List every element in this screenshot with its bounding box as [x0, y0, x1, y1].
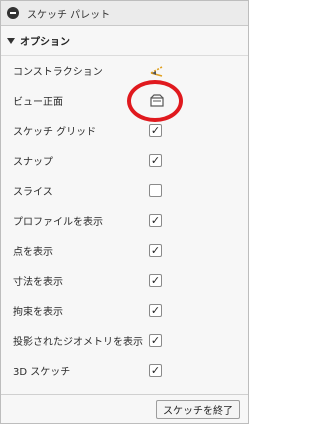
- finish-sketch-button[interactable]: スケッチを終了: [156, 400, 240, 419]
- check-icon: ✓: [150, 213, 161, 227]
- checkbox-checked[interactable]: ✓: [149, 363, 162, 377]
- construction-row: コンストラクション: [1, 56, 248, 85]
- check-icon: ✓: [150, 153, 161, 167]
- option-label: ビュー正面: [13, 97, 63, 108]
- checkbox-unchecked[interactable]: [149, 183, 162, 197]
- checkbox-checked[interactable]: ✓: [149, 213, 162, 227]
- option-label: スケッチ グリッド: [13, 127, 97, 138]
- option-label: 点を表示: [13, 247, 53, 258]
- option-row: 寸法を表示 ✓: [1, 266, 248, 295]
- option-label: 投影されたジオメトリを表示: [13, 337, 143, 348]
- check-icon: ✓: [150, 243, 161, 257]
- look-at-row: ビュー正面: [1, 86, 248, 115]
- option-row: スライス: [1, 176, 248, 205]
- check-icon: ✓: [150, 273, 161, 287]
- checkbox-checked[interactable]: ✓: [149, 303, 162, 317]
- option-checkbox[interactable]: ✓: [149, 153, 163, 168]
- options-list: コンストラクション ビュー正面スケッチ グリッド ✓ スナップ ✓ スライスプロファイルを…: [1, 56, 248, 386]
- option-label: スナップ: [13, 157, 53, 168]
- checkbox-checked[interactable]: ✓: [149, 333, 162, 347]
- palette-titlebar: スケッチ パレット: [1, 1, 248, 26]
- check-icon: ✓: [150, 333, 161, 347]
- option-label: スライス: [13, 187, 53, 198]
- option-row: スナップ ✓: [1, 146, 248, 175]
- option-checkbox[interactable]: ✓: [149, 213, 163, 228]
- options-section-title: オプション: [20, 37, 70, 48]
- option-row: プロファイルを表示 ✓: [1, 206, 248, 235]
- option-label: 拘束を表示: [13, 307, 63, 318]
- option-checkbox[interactable]: ✓: [149, 333, 163, 348]
- option-label: 3D スケッチ: [13, 367, 71, 378]
- option-checkbox[interactable]: ✓: [149, 123, 163, 138]
- option-row: 投影されたジオメトリを表示 ✓: [1, 326, 248, 355]
- option-checkbox[interactable]: ✓: [149, 303, 163, 318]
- options-section-header[interactable]: オプション: [1, 26, 248, 56]
- option-label: コンストラクション: [13, 67, 103, 78]
- look-at-icon[interactable]: [149, 93, 165, 108]
- triangle-down-icon[interactable]: [7, 37, 15, 44]
- palette-footer: スケッチを終了: [1, 394, 248, 423]
- option-label: 寸法を表示: [13, 277, 63, 288]
- checkbox-checked[interactable]: ✓: [149, 123, 162, 137]
- option-label: プロファイルを表示: [13, 217, 103, 228]
- option-row: 拘束を表示 ✓: [1, 296, 248, 325]
- option-row: 3D スケッチ ✓: [1, 356, 248, 385]
- option-row: スケッチ グリッド ✓: [1, 116, 248, 145]
- option-checkbox[interactable]: ✓: [149, 273, 163, 288]
- sketch-palette: スケッチ パレット オプション コンストラクション ビュー正面スケッチ グリッド ✓…: [0, 0, 249, 424]
- option-checkbox[interactable]: ✓: [149, 363, 163, 378]
- palette-title: スケッチ パレット: [27, 9, 111, 21]
- checkbox-checked[interactable]: ✓: [149, 243, 162, 257]
- checkbox-checked[interactable]: ✓: [149, 273, 162, 287]
- check-icon: ✓: [150, 363, 161, 377]
- construction-pencil-icon[interactable]: [149, 64, 165, 78]
- option-row: 点を表示 ✓: [1, 236, 248, 265]
- option-checkbox[interactable]: [149, 183, 163, 198]
- collapse-icon[interactable]: [7, 7, 19, 19]
- check-icon: ✓: [150, 303, 161, 317]
- checkbox-checked[interactable]: ✓: [149, 153, 162, 167]
- check-icon: ✓: [150, 123, 161, 137]
- option-checkbox[interactable]: ✓: [149, 243, 163, 258]
